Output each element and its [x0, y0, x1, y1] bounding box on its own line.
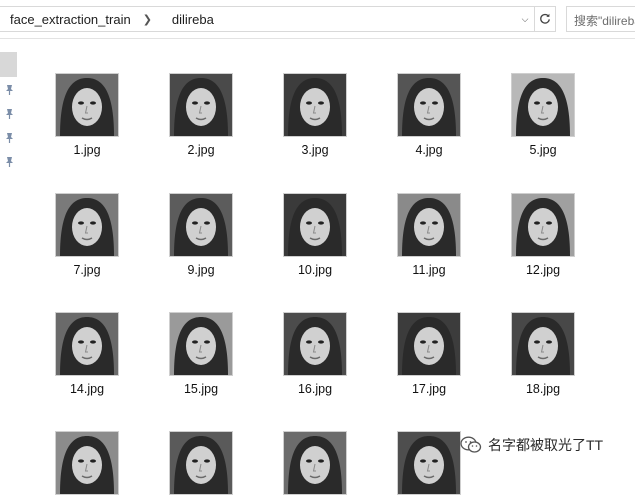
file-name: 11.jpg	[412, 263, 446, 277]
file-item[interactable]: 16.jpg	[270, 312, 360, 396]
image-thumbnail[interactable]	[283, 73, 347, 137]
face-photo-icon	[56, 313, 118, 375]
image-thumbnail[interactable]	[55, 193, 119, 257]
file-item[interactable]: 12.jpg	[498, 193, 588, 277]
file-name: 5.jpg	[529, 143, 557, 157]
file-item[interactable]: 10.jpg	[270, 193, 360, 277]
file-name: 18.jpg	[525, 382, 561, 396]
watermark: 名字都被取光了TT	[460, 435, 603, 455]
face-photo-icon	[284, 313, 346, 375]
image-thumbnail[interactable]	[55, 431, 119, 495]
file-name: 16.jpg	[297, 382, 333, 396]
face-photo-icon	[512, 74, 574, 136]
file-item[interactable]: 4.jpg	[384, 73, 474, 157]
file-name: 2.jpg	[187, 143, 215, 157]
face-photo-icon	[284, 74, 346, 136]
wechat-icon	[460, 436, 482, 453]
face-photo-icon	[56, 74, 118, 136]
image-thumbnail[interactable]	[169, 73, 233, 137]
image-thumbnail[interactable]	[283, 312, 347, 376]
search-input[interactable]: 搜索"dilireba"	[566, 6, 635, 32]
face-photo-icon	[398, 194, 460, 256]
image-thumbnail[interactable]	[511, 312, 575, 376]
image-thumbnail[interactable]	[511, 193, 575, 257]
face-photo-icon	[56, 432, 118, 494]
file-item[interactable]: 2.jpg	[156, 73, 246, 157]
chevron-right-icon[interactable]: ❯	[133, 13, 162, 26]
face-photo-icon	[398, 313, 460, 375]
file-item[interactable]	[42, 431, 132, 495]
file-name: 15.jpg	[183, 382, 219, 396]
file-name: 12.jpg	[525, 263, 561, 277]
image-thumbnail[interactable]	[169, 193, 233, 257]
pin-icon	[6, 157, 13, 167]
file-name: 7.jpg	[73, 263, 101, 277]
image-thumbnail[interactable]	[283, 193, 347, 257]
file-name: 14.jpg	[69, 382, 105, 396]
chevron-down-icon[interactable]: ⌵	[516, 14, 534, 25]
address-toolbar: face_extraction_train ❯ dilireba ⌵ 搜索"di…	[0, 0, 635, 39]
file-item[interactable]: 3.jpg	[270, 73, 360, 157]
refresh-button[interactable]	[534, 7, 555, 31]
file-name: 17.jpg	[411, 382, 447, 396]
file-name: 9.jpg	[187, 263, 215, 277]
file-item[interactable]: 14.jpg	[42, 312, 132, 396]
breadcrumb-face-extraction-train[interactable]: face_extraction_train	[0, 12, 133, 27]
nav-item-selected[interactable]	[0, 52, 17, 77]
file-name: 10.jpg	[297, 263, 333, 277]
file-item[interactable]: 7.jpg	[42, 193, 132, 277]
image-thumbnail[interactable]	[397, 73, 461, 137]
image-thumbnail[interactable]	[397, 312, 461, 376]
file-item[interactable]: 1.jpg	[42, 73, 132, 157]
pin-icon	[6, 85, 13, 95]
file-item[interactable]: 15.jpg	[156, 312, 246, 396]
face-photo-icon	[170, 432, 232, 494]
file-name: 4.jpg	[415, 143, 443, 157]
file-name: 1.jpg	[73, 143, 101, 157]
file-item[interactable]	[270, 431, 360, 495]
face-photo-icon	[512, 194, 574, 256]
refresh-icon	[540, 13, 550, 24]
file-item[interactable]: 17.jpg	[384, 312, 474, 396]
face-photo-icon	[398, 432, 460, 494]
image-thumbnail[interactable]	[397, 431, 461, 495]
face-photo-icon	[512, 313, 574, 375]
file-item[interactable]: 9.jpg	[156, 193, 246, 277]
image-thumbnail[interactable]	[55, 312, 119, 376]
file-item[interactable]	[156, 431, 246, 495]
navigation-pane[interactable]	[0, 39, 20, 474]
image-thumbnail[interactable]	[397, 193, 461, 257]
face-photo-icon	[284, 432, 346, 494]
file-item[interactable]: 18.jpg	[498, 312, 588, 396]
image-thumbnail[interactable]	[169, 312, 233, 376]
image-thumbnail[interactable]	[169, 431, 233, 495]
image-thumbnail[interactable]	[511, 73, 575, 137]
pin-icon	[6, 109, 13, 119]
file-name: 3.jpg	[301, 143, 329, 157]
face-photo-icon	[170, 313, 232, 375]
face-photo-icon	[170, 194, 232, 256]
image-thumbnail[interactable]	[55, 73, 119, 137]
watermark-text: 名字都被取光了TT	[488, 437, 604, 453]
address-bar[interactable]: face_extraction_train ❯ dilireba ⌵	[0, 6, 556, 32]
face-photo-icon	[398, 74, 460, 136]
breadcrumb-dilireba[interactable]: dilireba	[162, 12, 216, 27]
face-photo-icon	[56, 194, 118, 256]
face-photo-icon	[170, 74, 232, 136]
image-thumbnail[interactable]	[283, 431, 347, 495]
file-item[interactable]: 11.jpg	[384, 193, 474, 277]
pin-icon	[6, 133, 13, 143]
file-item[interactable]: 5.jpg	[498, 73, 588, 157]
face-photo-icon	[284, 194, 346, 256]
